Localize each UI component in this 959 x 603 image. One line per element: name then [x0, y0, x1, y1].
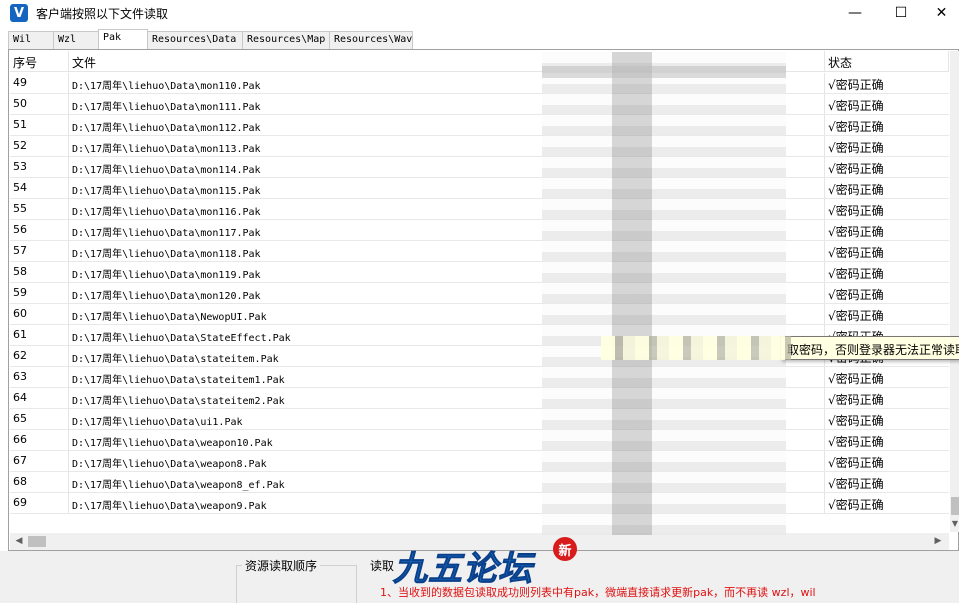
table-row[interactable]: 64 D:\17周年\liehuo\Data\stateitem2.Pak √密码正… [10, 388, 949, 409]
row-index: 61 [10, 325, 69, 345]
row-index: 64 [10, 388, 69, 408]
table-row[interactable]: 69 D:\17周年\liehuo\Data\weapon9.Pak √密码正确 [10, 493, 949, 514]
row-status: √密码正确 [828, 120, 884, 134]
row-status: √密码正确 [828, 267, 884, 281]
table-row[interactable]: 51 D:\17周年\liehuo\Data\mon112.Pak √密码正确 [10, 115, 949, 136]
maximize-button[interactable]: ☐ [878, 0, 924, 26]
list-body: 49 D:\17周年\liehuo\Data\mon110.Pak √密码正确 50 D… [10, 73, 949, 514]
table-row[interactable]: 66 D:\17周年\liehuo\Data\weapon10.Pak √密码正确 [10, 430, 949, 451]
table-row[interactable]: 60 D:\17周年\liehuo\Data\NewopUI.Pak √密码正确 [10, 304, 949, 325]
tooltip: 取密码，否则登录器无法正常读取 [780, 336, 959, 360]
table-row[interactable]: 58 D:\17周年\liehuo\Data\mon119.Pak √密码正确 [10, 262, 949, 283]
window-title: 客户端按照以下文件读取 [36, 7, 169, 21]
vertical-scroll-thumb[interactable] [951, 497, 959, 515]
tab-pak[interactable]: Pak [98, 29, 148, 50]
table-row[interactable]: 55 D:\17周年\liehuo\Data\mon116.Pak √密码正确 [10, 199, 949, 220]
minimize-button[interactable]: — [832, 0, 878, 26]
row-status: √密码正确 [828, 477, 884, 491]
row-index: 52 [10, 136, 69, 156]
row-index: 62 [10, 346, 69, 366]
read-group-label: 读取 [370, 559, 395, 573]
row-index: 56 [10, 220, 69, 240]
read-order-group-label: 资源读取顺序 [242, 557, 321, 574]
row-index: 58 [10, 262, 69, 282]
app-icon: V [10, 4, 28, 22]
vertical-scrollbar[interactable]: ▼ [950, 51, 959, 532]
table-row[interactable]: 49 D:\17周年\liehuo\Data\mon110.Pak √密码正确 [10, 73, 949, 94]
row-status: √密码正确 [828, 393, 884, 407]
row-index: 67 [10, 451, 69, 471]
row-index: 66 [10, 430, 69, 450]
row-index: 69 [10, 493, 69, 513]
table-row[interactable]: 56 D:\17周年\liehuo\Data\mon117.Pak √密码正确 [10, 220, 949, 241]
row-status: √密码正确 [828, 162, 884, 176]
file-list[interactable]: 序号 文件 状态 49 D:\17周年\liehuo\Data\mon110.Pa… [10, 51, 949, 532]
close-button[interactable]: ✕ [924, 0, 959, 26]
row-index: 53 [10, 157, 69, 177]
row-status: √密码正确 [828, 141, 884, 155]
row-status: √密码正确 [828, 246, 884, 260]
watermark-logo-text: 九五论坛 [393, 549, 533, 590]
horizontal-scroll-thumb[interactable] [28, 536, 46, 547]
row-status: √密码正确 [828, 183, 884, 197]
table-row[interactable]: 65 D:\17周年\liehuo\Data\ui1.Pak √密码正确 [10, 409, 949, 430]
row-status: √密码正确 [828, 498, 884, 512]
table-row[interactable]: 57 D:\17周年\liehuo\Data\mon118.Pak √密码正确 [10, 241, 949, 262]
tab-resources-map[interactable]: Resources\Map [242, 31, 330, 49]
row-status: √密码正确 [828, 99, 884, 113]
row-index: 68 [10, 472, 69, 492]
tab-resources-data[interactable]: Resources\Data [147, 31, 243, 49]
row-index: 57 [10, 241, 69, 261]
table-row[interactable]: 52 D:\17周年\liehuo\Data\mon113.Pak √密码正确 [10, 136, 949, 157]
watermark-logo: 九五论坛 新 [393, 537, 583, 597]
table-row[interactable]: 67 D:\17周年\liehuo\Data\weapon8.Pak √密码正确 [10, 451, 949, 472]
row-index: 55 [10, 199, 69, 219]
row-status: √密码正确 [828, 225, 884, 239]
table-row[interactable]: 63 D:\17周年\liehuo\Data\stateitem1.Pak √密码正… [10, 367, 949, 388]
watermark-new-badge: 新 [553, 537, 577, 561]
row-index: 49 [10, 73, 69, 93]
row-index: 65 [10, 409, 69, 429]
row-index: 50 [10, 94, 69, 114]
row-index: 63 [10, 367, 69, 387]
table-row[interactable]: 68 D:\17周年\liehuo\Data\weapon8_ef.Pak √密码正… [10, 472, 949, 493]
tab-resources-wav[interactable]: Resources\Wav [329, 31, 413, 49]
scroll-right-arrow-icon[interactable]: ▶ [931, 533, 945, 550]
row-index: 60 [10, 304, 69, 324]
row-status: √密码正确 [828, 414, 884, 428]
row-index: 59 [10, 283, 69, 303]
title-bar: V 客户端按照以下文件读取 — ☐ ✕ [0, 0, 959, 26]
scroll-down-arrow-icon[interactable]: ▼ [950, 517, 959, 531]
table-row[interactable]: 54 D:\17周年\liehuo\Data\mon115.Pak √密码正确 [10, 178, 949, 199]
row-index: 54 [10, 178, 69, 198]
row-status: √密码正确 [828, 309, 884, 323]
row-status: √密码正确 [828, 435, 884, 449]
row-status: √密码正确 [828, 204, 884, 218]
row-status: √密码正确 [828, 372, 884, 386]
column-header-status[interactable]: 状态 [825, 51, 949, 72]
redaction-blur-band [542, 66, 786, 78]
row-status: √密码正确 [828, 456, 884, 470]
table-row[interactable]: 50 D:\17周年\liehuo\Data\mon111.Pak √密码正确 [10, 94, 949, 115]
row-index: 51 [10, 115, 69, 135]
row-status: √密码正确 [828, 288, 884, 302]
tooltip-redaction-blur [601, 336, 791, 360]
tab-panel: 序号 文件 状态 49 D:\17周年\liehuo\Data\mon110.Pa… [8, 49, 959, 551]
scroll-left-arrow-icon[interactable]: ◀ [12, 533, 26, 550]
tab-wzl[interactable]: Wzl [53, 31, 99, 49]
tab-wil[interactable]: Wil [8, 31, 54, 49]
table-row[interactable]: 59 D:\17周年\liehuo\Data\mon120.Pak √密码正确 [10, 283, 949, 304]
list-header: 序号 文件 状态 [10, 51, 949, 72]
row-status: √密码正确 [828, 78, 884, 92]
redaction-blur [542, 52, 786, 535]
column-header-index[interactable]: 序号 [10, 51, 69, 72]
table-row[interactable]: 53 D:\17周年\liehuo\Data\mon114.Pak √密码正确 [10, 157, 949, 178]
tab-strip: Wil Wzl Pak Resources\Data Resources\Map… [8, 29, 413, 50]
